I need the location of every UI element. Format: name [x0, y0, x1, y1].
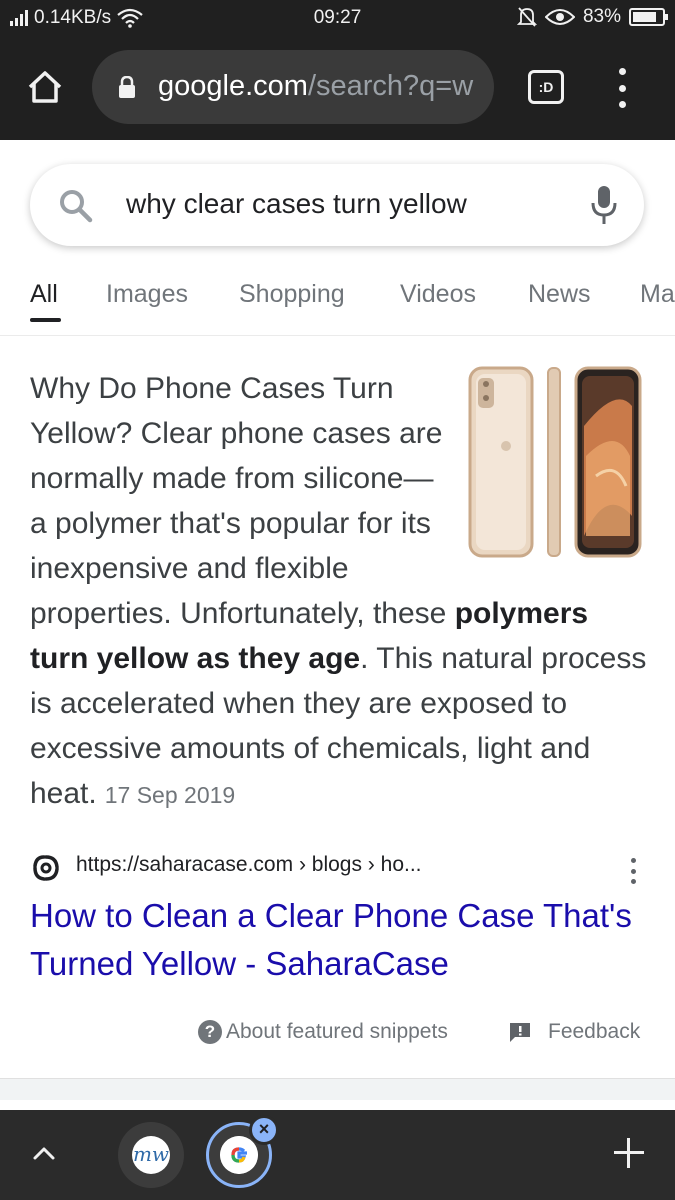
- tab-shopping[interactable]: Shopping: [239, 280, 345, 309]
- phone-case-image[interactable]: [466, 366, 650, 562]
- url-bar[interactable]: google.com/search?q=w: [92, 50, 494, 124]
- search-input[interactable]: why clear cases turn yellow: [126, 188, 467, 220]
- home-icon[interactable]: [26, 68, 64, 106]
- mic-icon[interactable]: [590, 184, 618, 226]
- url-domain: google.com: [158, 70, 308, 102]
- search-box[interactable]: why clear cases turn yellow: [30, 164, 644, 246]
- feedback-label: Feedback: [548, 1020, 641, 1043]
- new-tab-icon[interactable]: [614, 1138, 644, 1168]
- feedback-link[interactable]: Feedback: [508, 1020, 640, 1044]
- overflow-menu-icon[interactable]: [614, 68, 630, 108]
- close-tab-icon[interactable]: ×: [249, 1115, 279, 1145]
- status-right: 83%: [516, 6, 668, 28]
- search-tabs: All Images Shopping Videos News Ma: [0, 270, 675, 330]
- mw-favicon: mw: [132, 1136, 170, 1174]
- browser-toolbar: google.com/search?q=w :D: [0, 36, 675, 140]
- about-featured-snippets-link[interactable]: ? About featured snippets: [198, 1020, 448, 1044]
- result-menu-icon[interactable]: [628, 858, 638, 884]
- chevron-up-icon[interactable]: [32, 1144, 56, 1162]
- tab-more[interactable]: Ma: [640, 280, 675, 309]
- battery-percent: 83%: [582, 6, 621, 27]
- help-icon: ?: [198, 1020, 222, 1044]
- bottom-tab-strip: mw ×: [0, 1110, 675, 1200]
- tab-thumbnail-mw[interactable]: mw: [118, 1122, 184, 1188]
- tab-images[interactable]: Images: [106, 280, 188, 309]
- battery-icon: [629, 8, 668, 26]
- active-tab-indicator: [30, 318, 61, 322]
- url-path: /search?q=w: [307, 70, 474, 102]
- next-result-card: [0, 1100, 675, 1110]
- section-divider: [0, 1078, 675, 1100]
- result-title-link[interactable]: How to Clean a Clear Phone Case That's T…: [30, 892, 650, 988]
- tab-switcher-button[interactable]: :D: [528, 70, 564, 104]
- result-source: https://saharacase.com › blogs › ho...: [30, 848, 650, 888]
- divider: [0, 335, 675, 336]
- battery-fill: [633, 12, 656, 22]
- site-favicon-icon: [33, 855, 59, 881]
- lock-icon: [119, 76, 135, 98]
- snippet-text: Why Do Phone Cases Turn Yellow? Clear ph…: [30, 372, 455, 630]
- tab-news[interactable]: News: [528, 280, 591, 309]
- tab-videos[interactable]: Videos: [400, 280, 476, 309]
- status-bar: 0.14KB/s 09:27 83%: [0, 0, 675, 36]
- muted-bell-icon: [516, 7, 537, 27]
- about-snippets-label: About featured snippets: [226, 1020, 448, 1043]
- eye-icon: [544, 9, 575, 25]
- source-url[interactable]: https://saharacase.com › blogs › ho...: [76, 853, 422, 877]
- search-icon[interactable]: [58, 188, 94, 224]
- url-text: google.com/search?q=w: [158, 70, 473, 103]
- snippet-date: 17 Sep 2019: [104, 782, 236, 808]
- google-g-icon: [220, 1136, 258, 1174]
- tab-all[interactable]: All: [30, 280, 58, 309]
- feedback-icon: [510, 1023, 530, 1042]
- featured-snippet: Why Do Phone Cases Turn Yellow? Clear ph…: [30, 366, 650, 818]
